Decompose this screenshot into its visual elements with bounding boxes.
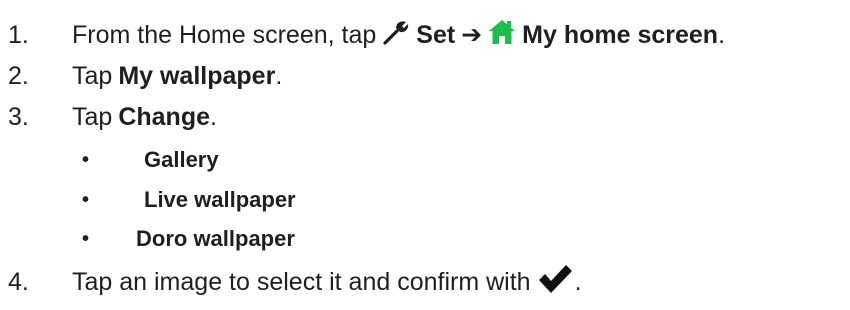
step-text: Tap My wallpaper. [72, 62, 282, 91]
option-live-wallpaper: • Live wallpaper [0, 185, 850, 215]
option-label: Gallery [144, 147, 219, 172]
period: . [275, 61, 283, 90]
option-label: Live wallpaper [144, 187, 296, 212]
change-label: Change [118, 102, 210, 131]
option-gallery: • Gallery [0, 145, 850, 175]
step-number: 2. [8, 61, 29, 90]
option-label: Doro wallpaper [136, 226, 295, 251]
my-wallpaper-label: My wallpaper [118, 61, 276, 90]
step-instruction: From the Home screen, tap [72, 20, 377, 49]
arrow-icon: ➔ [461, 21, 483, 49]
bullet: • [82, 188, 90, 211]
checkmark-icon [537, 264, 573, 301]
bullet: • [82, 148, 90, 171]
step-instruction: Tap [72, 61, 113, 90]
period: . [718, 20, 726, 49]
wrench-icon [382, 18, 410, 53]
home-icon [488, 19, 516, 52]
bullet: • [82, 227, 90, 250]
step-number: 1. [8, 20, 29, 49]
step-text: Tap an image to select it and confirm wi… [72, 264, 582, 301]
step-number: 3. [8, 102, 29, 131]
period: . [210, 102, 217, 131]
step-number: 4. [8, 267, 29, 296]
period: . [574, 267, 582, 296]
home-screen-label: My home screen [522, 20, 719, 49]
step-text: Tap Change. [72, 103, 217, 132]
set-label: Set [416, 20, 456, 49]
step-instruction: Tap [72, 102, 113, 131]
step-instruction: Tap an image to select it and confirm wi… [72, 267, 531, 296]
option-doro-wallpaper: • Doro wallpaper [0, 224, 850, 254]
step-text: From the Home screen, tap Set ➔ My home … [72, 18, 725, 53]
